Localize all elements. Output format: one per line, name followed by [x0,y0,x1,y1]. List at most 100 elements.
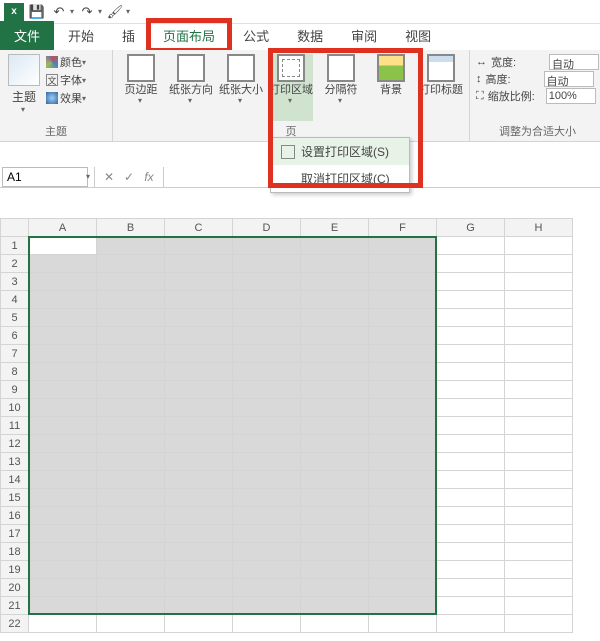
col-header[interactable]: H [505,219,573,237]
cell[interactable] [437,435,505,453]
cell[interactable] [97,345,165,363]
cell[interactable] [437,345,505,363]
cell[interactable] [505,489,573,507]
spreadsheet-grid[interactable]: ABCDEFGH12345678910111213141516171819202… [0,218,600,633]
row-header[interactable]: 13 [1,453,29,471]
cell[interactable] [165,399,233,417]
effects-button[interactable]: 效果▾ [46,90,106,106]
margins-button[interactable]: 页边距▾ [119,54,163,121]
cell[interactable] [369,615,437,633]
cell[interactable] [29,507,97,525]
cell[interactable] [505,453,573,471]
cell[interactable] [29,543,97,561]
cell[interactable] [301,255,369,273]
cell[interactable] [437,417,505,435]
cell[interactable] [233,327,301,345]
cell[interactable] [97,291,165,309]
background-button[interactable]: 背景 [369,54,413,121]
cell[interactable] [301,417,369,435]
col-header[interactable]: G [437,219,505,237]
cell[interactable] [29,489,97,507]
tab-file[interactable]: 文件 [0,21,54,50]
cell[interactable] [301,597,369,615]
cell[interactable] [29,363,97,381]
cell[interactable] [369,255,437,273]
tab-insert[interactable]: 插 [108,21,149,50]
cell[interactable] [437,273,505,291]
cell[interactable] [301,525,369,543]
cell[interactable] [505,345,573,363]
cell[interactable] [29,417,97,435]
cell[interactable] [301,453,369,471]
cell[interactable] [505,543,573,561]
cell[interactable] [369,417,437,435]
cell[interactable] [505,399,573,417]
cell[interactable] [505,435,573,453]
tab-view[interactable]: 视图 [391,21,445,50]
cell[interactable] [505,507,573,525]
cell[interactable] [437,525,505,543]
cell[interactable] [97,615,165,633]
cell[interactable] [97,471,165,489]
cell[interactable] [233,453,301,471]
cell[interactable] [301,471,369,489]
cell[interactable] [165,309,233,327]
cell[interactable] [505,381,573,399]
tab-page-layout[interactable]: 页面布局 [149,21,229,50]
cell[interactable] [369,363,437,381]
row-header[interactable]: 8 [1,363,29,381]
cell[interactable] [301,291,369,309]
cell[interactable] [437,309,505,327]
height-value[interactable]: 自动 [544,71,594,87]
size-button[interactable]: 纸张大小▾ [219,54,263,121]
cell[interactable] [301,399,369,417]
colors-button[interactable]: 颜色▾ [46,54,106,70]
cell[interactable] [97,435,165,453]
select-all-cell[interactable] [1,219,29,237]
cell[interactable] [301,489,369,507]
cell[interactable] [437,327,505,345]
cell[interactable] [233,615,301,633]
cell[interactable] [233,471,301,489]
cell[interactable] [165,597,233,615]
cell[interactable] [233,381,301,399]
cell[interactable] [505,615,573,633]
row-header[interactable]: 9 [1,381,29,399]
cell[interactable] [233,363,301,381]
cell[interactable] [97,237,165,255]
col-header[interactable]: A [29,219,97,237]
col-header[interactable]: C [165,219,233,237]
cell[interactable] [165,345,233,363]
cell[interactable] [97,489,165,507]
cell[interactable] [97,543,165,561]
cell[interactable] [165,579,233,597]
cell[interactable] [301,615,369,633]
cell[interactable] [437,363,505,381]
cell[interactable] [165,255,233,273]
cell[interactable] [437,561,505,579]
cell[interactable] [233,579,301,597]
col-header[interactable]: E [301,219,369,237]
cell[interactable] [165,507,233,525]
orientation-button[interactable]: 纸张方向▾ [169,54,213,121]
cell[interactable] [29,309,97,327]
row-header[interactable]: 10 [1,399,29,417]
cell[interactable] [505,363,573,381]
row-header[interactable]: 3 [1,273,29,291]
cell[interactable] [97,417,165,435]
save-icon[interactable]: 💾 [28,3,46,21]
undo-dropdown[interactable]: ▾ [70,7,74,16]
cell[interactable] [369,327,437,345]
menu-set-print-area[interactable]: 设置打印区域(S) [271,138,409,165]
cell[interactable] [29,579,97,597]
cell[interactable] [437,579,505,597]
cell[interactable] [369,579,437,597]
cell[interactable] [505,273,573,291]
cell[interactable] [505,471,573,489]
cell[interactable] [369,597,437,615]
cell[interactable] [97,507,165,525]
brush-icon[interactable]: 🖌 [106,3,124,21]
cell[interactable] [437,237,505,255]
cell[interactable] [29,327,97,345]
cell[interactable] [29,399,97,417]
